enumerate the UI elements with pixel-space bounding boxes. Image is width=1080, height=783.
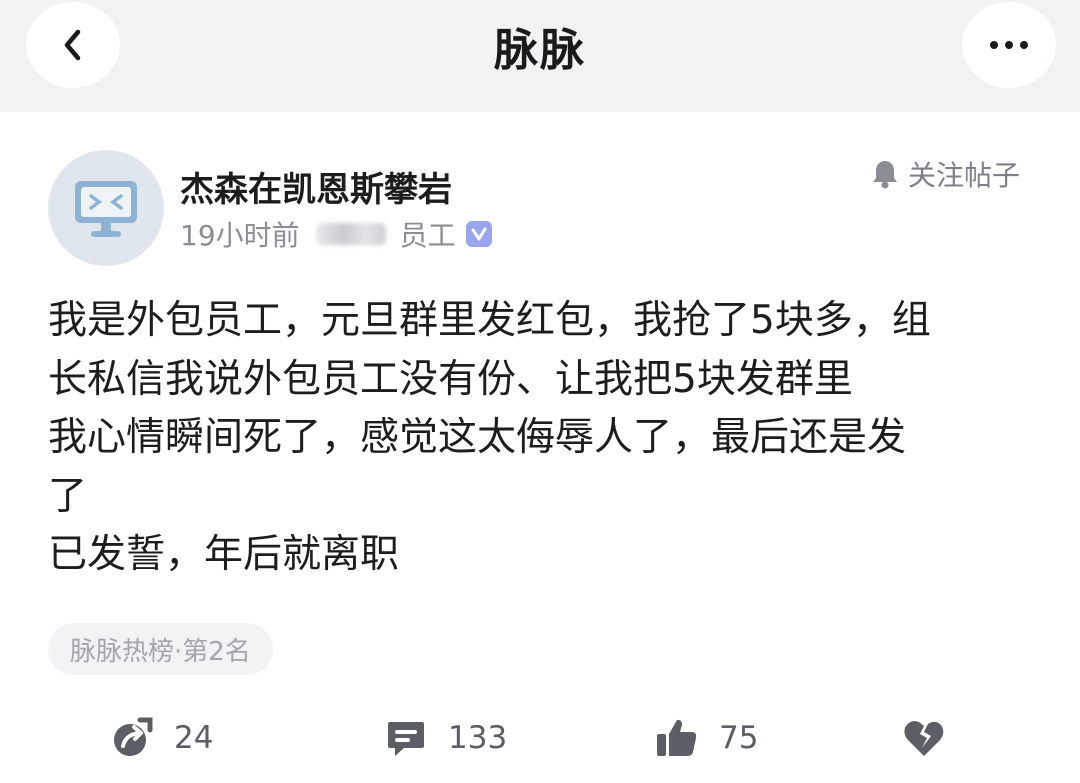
avatar[interactable] — [48, 150, 164, 266]
content-line: 我心情瞬间死了，感觉这太侮辱人了，最后还是发 — [48, 415, 907, 460]
more-dots-icon — [990, 41, 1028, 49]
thumbs-up-icon — [657, 719, 697, 756]
content-line: 我是外包员工，元旦群里发红包，我抢了5块多，组 — [48, 298, 931, 343]
share-count: 24 — [174, 720, 214, 756]
dislike-button[interactable] — [902, 710, 966, 766]
post-time: 19小时前 — [180, 219, 300, 252]
comment-button[interactable]: 133 — [384, 710, 507, 766]
content-line: 长私信我说外包员工没有份、让我把5块发群里 — [48, 356, 853, 402]
post-content: 我是外包员工，元旦群里发红包，我抢了5块多，组 长私信我说外包员工没有份、让我把… — [48, 292, 1038, 585]
author-role: 员工 — [399, 219, 456, 252]
comment-count: 133 — [448, 720, 508, 756]
more-button[interactable] — [962, 2, 1056, 88]
share-button[interactable]: 24 — [110, 710, 213, 766]
like-button[interactable]: 75 — [655, 710, 758, 766]
verified-check-icon — [465, 221, 492, 247]
follow-post-label: 关注帖子 — [908, 159, 1021, 192]
like-count: 75 — [719, 720, 759, 756]
bell-icon — [870, 158, 900, 190]
content-line: 了 — [48, 473, 88, 519]
author-name[interactable]: 杰森在凯恩斯攀岩 — [180, 162, 452, 211]
share-icon — [114, 717, 153, 756]
content-line: 已发誓，年后就离职 — [48, 532, 400, 577]
redacted-company — [315, 223, 386, 245]
top-bar: 脉脉 — [0, 0, 1080, 112]
follow-post-button[interactable]: 关注帖子 — [870, 154, 1020, 194]
hot-list-tag[interactable]: 脉脉热榜·第2名 — [48, 623, 273, 675]
page-title: 脉脉 — [494, 25, 586, 76]
broken-heart-icon — [904, 721, 944, 756]
monitor-avatar-icon — [75, 181, 137, 237]
author-meta: 19小时前 员工 — [180, 214, 492, 254]
comment-icon — [388, 722, 424, 756]
